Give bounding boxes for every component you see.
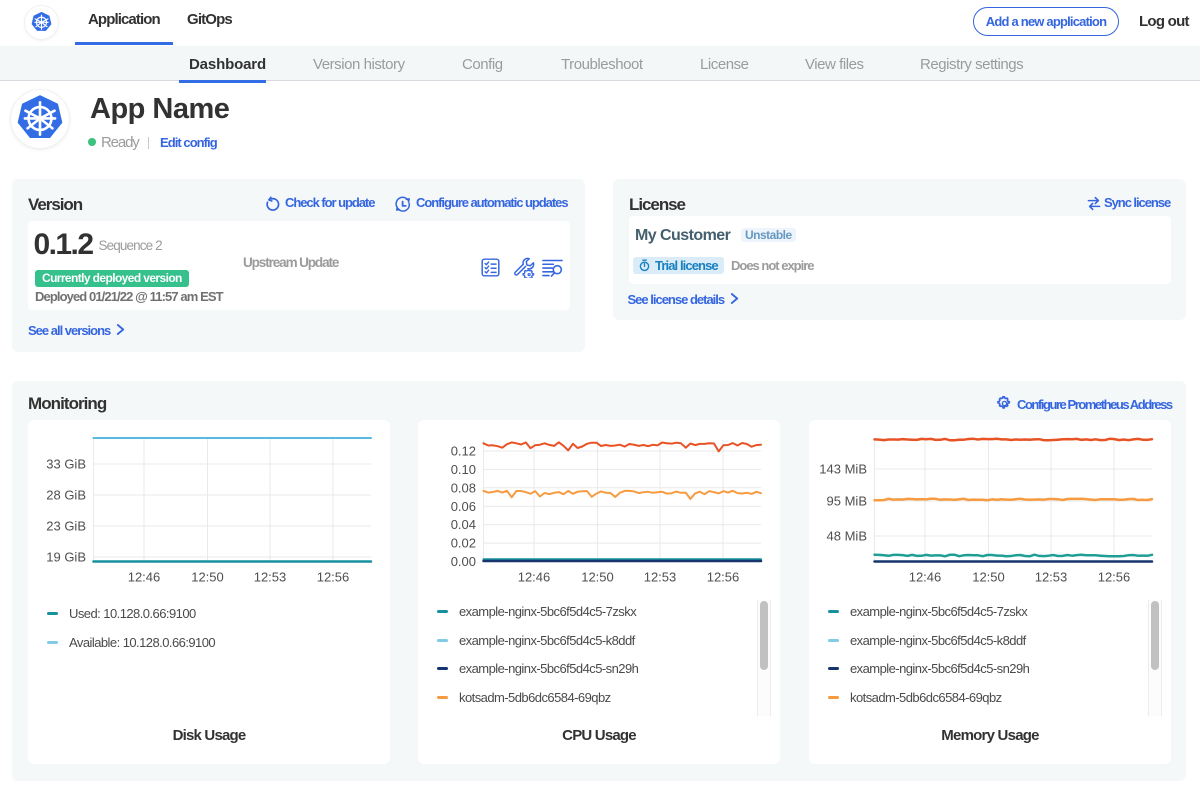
svg-text:12:53: 12:53 (254, 570, 287, 585)
svg-text:12:50: 12:50 (581, 570, 614, 585)
svg-text:0.12: 0.12 (451, 444, 476, 459)
svg-text:0.02: 0.02 (451, 536, 476, 551)
svg-text:19 GiB: 19 GiB (46, 550, 86, 565)
svg-text:12:46: 12:46 (518, 570, 551, 585)
svg-text:0.00: 0.00 (451, 554, 476, 569)
svg-text:12:46: 12:46 (909, 570, 942, 585)
svg-text:12:50: 12:50 (191, 570, 224, 585)
svg-text:33 GiB: 33 GiB (46, 457, 86, 472)
svg-text:143 MiB: 143 MiB (819, 462, 867, 477)
svg-text:12:56: 12:56 (317, 570, 350, 585)
svg-text:28 GiB: 28 GiB (46, 488, 86, 503)
svg-text:0.04: 0.04 (451, 517, 476, 532)
svg-text:0.06: 0.06 (451, 499, 476, 514)
svg-text:12:53: 12:53 (1035, 570, 1068, 585)
svg-text:12:56: 12:56 (707, 570, 740, 585)
svg-text:0.08: 0.08 (451, 480, 476, 495)
svg-text:0.10: 0.10 (451, 462, 476, 477)
svg-text:12:50: 12:50 (972, 570, 1005, 585)
svg-text:23 GiB: 23 GiB (46, 519, 86, 534)
svg-text:95 MiB: 95 MiB (827, 494, 867, 509)
svg-text:12:53: 12:53 (644, 570, 677, 585)
svg-text:12:46: 12:46 (128, 570, 161, 585)
svg-text:12:56: 12:56 (1098, 570, 1131, 585)
svg-text:48 MiB: 48 MiB (827, 529, 867, 544)
